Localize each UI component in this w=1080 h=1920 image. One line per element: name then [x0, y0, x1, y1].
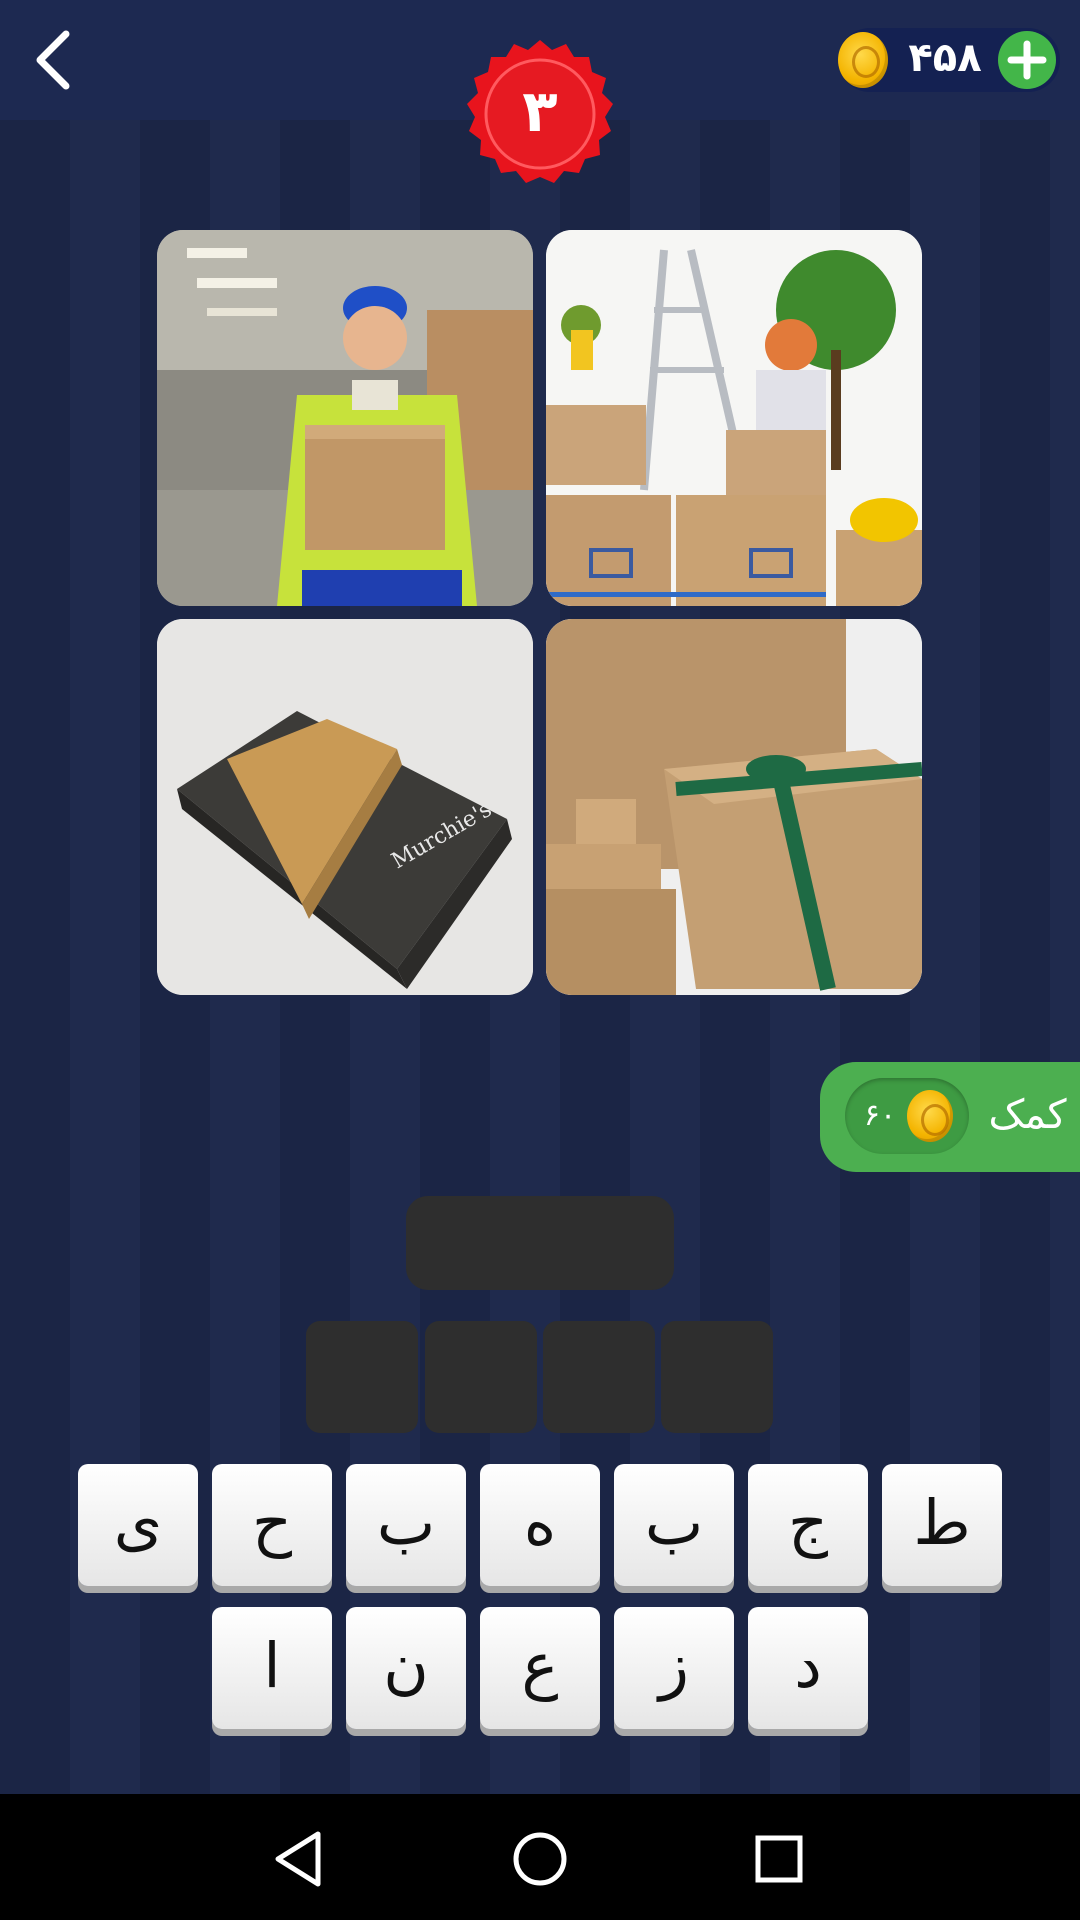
circle-home-icon — [513, 1832, 567, 1886]
back-button[interactable] — [28, 26, 88, 96]
coin-icon — [907, 1090, 953, 1142]
level-number: ۳ — [522, 77, 558, 145]
puzzle-image-4[interactable] — [546, 619, 922, 995]
coin-count: ۴۵۸ — [908, 35, 982, 81]
answer-slot-2[interactable] — [425, 1321, 537, 1433]
hint-label: کمک — [988, 1092, 1067, 1138]
answer-slot-4[interactable] — [661, 1321, 773, 1433]
letter-key[interactable]: د — [748, 1607, 868, 1729]
chevron-left-icon — [36, 30, 70, 90]
add-coins-button[interactable] — [998, 31, 1056, 89]
letter-key[interactable]: ن — [346, 1607, 466, 1729]
nav-recents-button[interactable] — [744, 1824, 814, 1894]
coin-icon — [838, 32, 888, 88]
letter-key[interactable]: ی — [78, 1464, 198, 1586]
triangle-back-icon — [275, 1831, 321, 1887]
hint-cost: ۶۰ — [863, 1098, 897, 1133]
square-recents-icon — [755, 1835, 803, 1883]
letter-key[interactable]: ز — [614, 1607, 734, 1729]
letter-key[interactable]: ب — [346, 1464, 466, 1586]
puzzle-image-3[interactable]: Murchie's — [157, 619, 533, 995]
plus-icon — [1007, 40, 1047, 80]
puzzle-image-2[interactable] — [546, 230, 922, 606]
nav-home-button[interactable] — [505, 1824, 575, 1894]
letter-key[interactable]: ج — [748, 1464, 868, 1586]
letter-key[interactable]: ط — [882, 1464, 1002, 1586]
answer-slot-3[interactable] — [543, 1321, 655, 1433]
letter-key[interactable]: ا — [212, 1607, 332, 1729]
nav-back-button[interactable] — [266, 1824, 336, 1894]
answer-slot-1[interactable] — [306, 1321, 418, 1433]
letter-key[interactable]: ب — [614, 1464, 734, 1586]
letter-key[interactable]: ه — [480, 1464, 600, 1586]
letter-key[interactable]: ع — [480, 1607, 600, 1729]
answer-bar — [406, 1196, 674, 1290]
letter-key[interactable]: ح — [212, 1464, 332, 1586]
puzzle-image-1[interactable] — [157, 230, 533, 606]
